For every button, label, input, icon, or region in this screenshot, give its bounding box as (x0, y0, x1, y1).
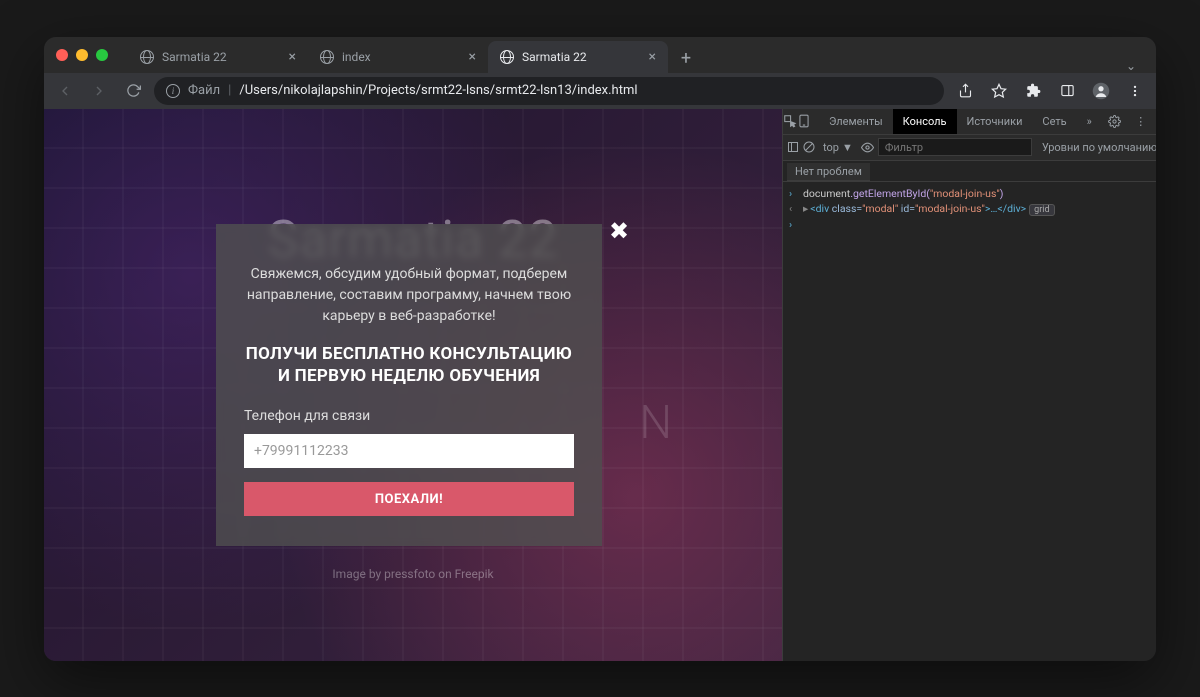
globe-icon (320, 50, 334, 64)
phone-input[interactable] (244, 434, 574, 468)
extensions-icon[interactable] (1020, 78, 1046, 104)
traffic-lights (56, 49, 108, 61)
console-output[interactable]: › document.getElementById("modal-join-us… (783, 182, 1156, 661)
device-toggle-icon[interactable] (797, 109, 811, 135)
profile-icon[interactable] (1088, 78, 1114, 104)
browser-window: Sarmatia 22 × index × Sarmatia 22 × + ⌄ (44, 37, 1156, 661)
console-filter-input[interactable] (878, 138, 1032, 156)
close-window-button[interactable] (56, 49, 68, 61)
input-caret-icon: › (789, 187, 797, 200)
devtools-close-icon[interactable]: × (1154, 109, 1156, 135)
close-tab-icon[interactable]: × (649, 49, 656, 65)
expand-triangle-icon[interactable]: ▸ (803, 202, 808, 215)
devtools-panel: Элементы Консоль Источники Сеть » ⋮ × (782, 109, 1156, 661)
console-output-line: ‹ ▸<div class="modal" id="modal-join-us"… (783, 201, 1156, 217)
tabs-dropdown-icon[interactable]: ⌄ (1126, 59, 1136, 73)
close-tab-icon[interactable]: × (469, 49, 476, 65)
devtools-menu-icon[interactable]: ⋮ (1128, 109, 1154, 135)
console-input-line: › document.getElementById("modal-join-us… (783, 186, 1156, 201)
back-button[interactable] (52, 78, 78, 104)
tab-elements[interactable]: Элементы (819, 109, 893, 135)
address-path: /Users/nikolajlapshin/Projects/srmt22-ls… (239, 83, 637, 98)
forward-button[interactable] (86, 78, 112, 104)
tab-title: index (342, 50, 461, 64)
tab-title: Sarmatia 22 (522, 50, 641, 64)
console-code: document.getElementById("modal-join-us") (803, 187, 1150, 200)
input-caret-icon: › (789, 218, 797, 231)
modal-subtitle: Свяжемся, обсудим удобный формат, подбер… (244, 264, 574, 327)
address-separator: | (228, 83, 231, 98)
window-titlebar: Sarmatia 22 × index × Sarmatia 22 × + ⌄ (44, 37, 1156, 73)
browser-tab[interactable]: Sarmatia 22 × (488, 41, 668, 73)
address-scheme: Файл (188, 83, 220, 98)
webpage-viewport: Sarmatia 22 N Image by pressfoto on Free… (44, 109, 782, 661)
modal-title: ПОЛУЧИ БЕСПЛАТНО КОНСУЛЬТАЦИЮ И ПЕРВУЮ Н… (244, 343, 574, 389)
tab-title: Sarmatia 22 (162, 50, 281, 64)
output-caret-icon: ‹ (789, 202, 797, 215)
submit-button[interactable]: ПОЕХАЛИ! (244, 482, 574, 516)
console-sidebar-toggle-icon[interactable] (787, 134, 799, 160)
browser-tab[interactable]: Sarmatia 22 × (128, 41, 308, 73)
menu-dots-icon[interactable] (1122, 78, 1148, 104)
console-prompt-line[interactable]: › (783, 217, 1156, 232)
signup-modal: Свяжемся, обсудим удобный формат, подбер… (216, 224, 602, 547)
inspect-element-icon[interactable] (783, 109, 797, 135)
log-levels-selector[interactable]: Уровни по умолчанию ▼ (1042, 141, 1156, 154)
address-bar[interactable]: i Файл | /Users/nikolajlapshin/Projects/… (154, 77, 944, 105)
console-status-row: Нет проблем (783, 161, 1156, 182)
reload-button[interactable] (120, 78, 146, 104)
share-icon[interactable] (952, 78, 978, 104)
live-expression-icon[interactable] (861, 134, 874, 160)
close-tab-icon[interactable]: × (289, 49, 296, 65)
console-result[interactable]: ▸<div class="modal" id="modal-join-us">…… (803, 202, 1150, 216)
maximize-window-button[interactable] (96, 49, 108, 61)
tab-network[interactable]: Сеть (1032, 109, 1076, 135)
grid-badge[interactable]: grid (1029, 204, 1054, 216)
tab-console[interactable]: Консоль (893, 109, 957, 135)
console-toolbar: top ▼ Уровни по умолчанию ▼ (783, 135, 1156, 161)
execution-context-selector[interactable]: top ▼ (819, 141, 857, 154)
new-tab-button[interactable]: + (672, 45, 700, 73)
browser-toolbar: i Файл | /Users/nikolajlapshin/Projects/… (44, 73, 1156, 109)
browser-tab[interactable]: index × (308, 41, 488, 73)
image-credit: Image by pressfoto on Freepik (332, 567, 493, 581)
browser-content: Sarmatia 22 N Image by pressfoto on Free… (44, 109, 1156, 661)
side-panel-icon[interactable] (1054, 78, 1080, 104)
info-icon[interactable]: i (166, 84, 180, 98)
phone-label: Телефон для связи (244, 408, 574, 424)
globe-icon (140, 50, 154, 64)
clear-console-icon[interactable] (803, 134, 815, 160)
issues-status[interactable]: Нет проблем (787, 163, 870, 181)
globe-icon (500, 50, 514, 64)
bookmark-star-icon[interactable] (986, 78, 1012, 104)
tab-sources[interactable]: Источники (957, 109, 1033, 135)
devtools-settings-icon[interactable] (1102, 109, 1128, 135)
tab-more[interactable]: » (1077, 109, 1102, 135)
background-letter: N (639, 396, 682, 450)
devtools-tabs: Элементы Консоль Источники Сеть » ⋮ × (783, 109, 1156, 135)
minimize-window-button[interactable] (76, 49, 88, 61)
modal-close-button[interactable]: ✖ (609, 217, 629, 245)
browser-tabs: Sarmatia 22 × index × Sarmatia 22 × + ⌄ (128, 37, 1144, 73)
